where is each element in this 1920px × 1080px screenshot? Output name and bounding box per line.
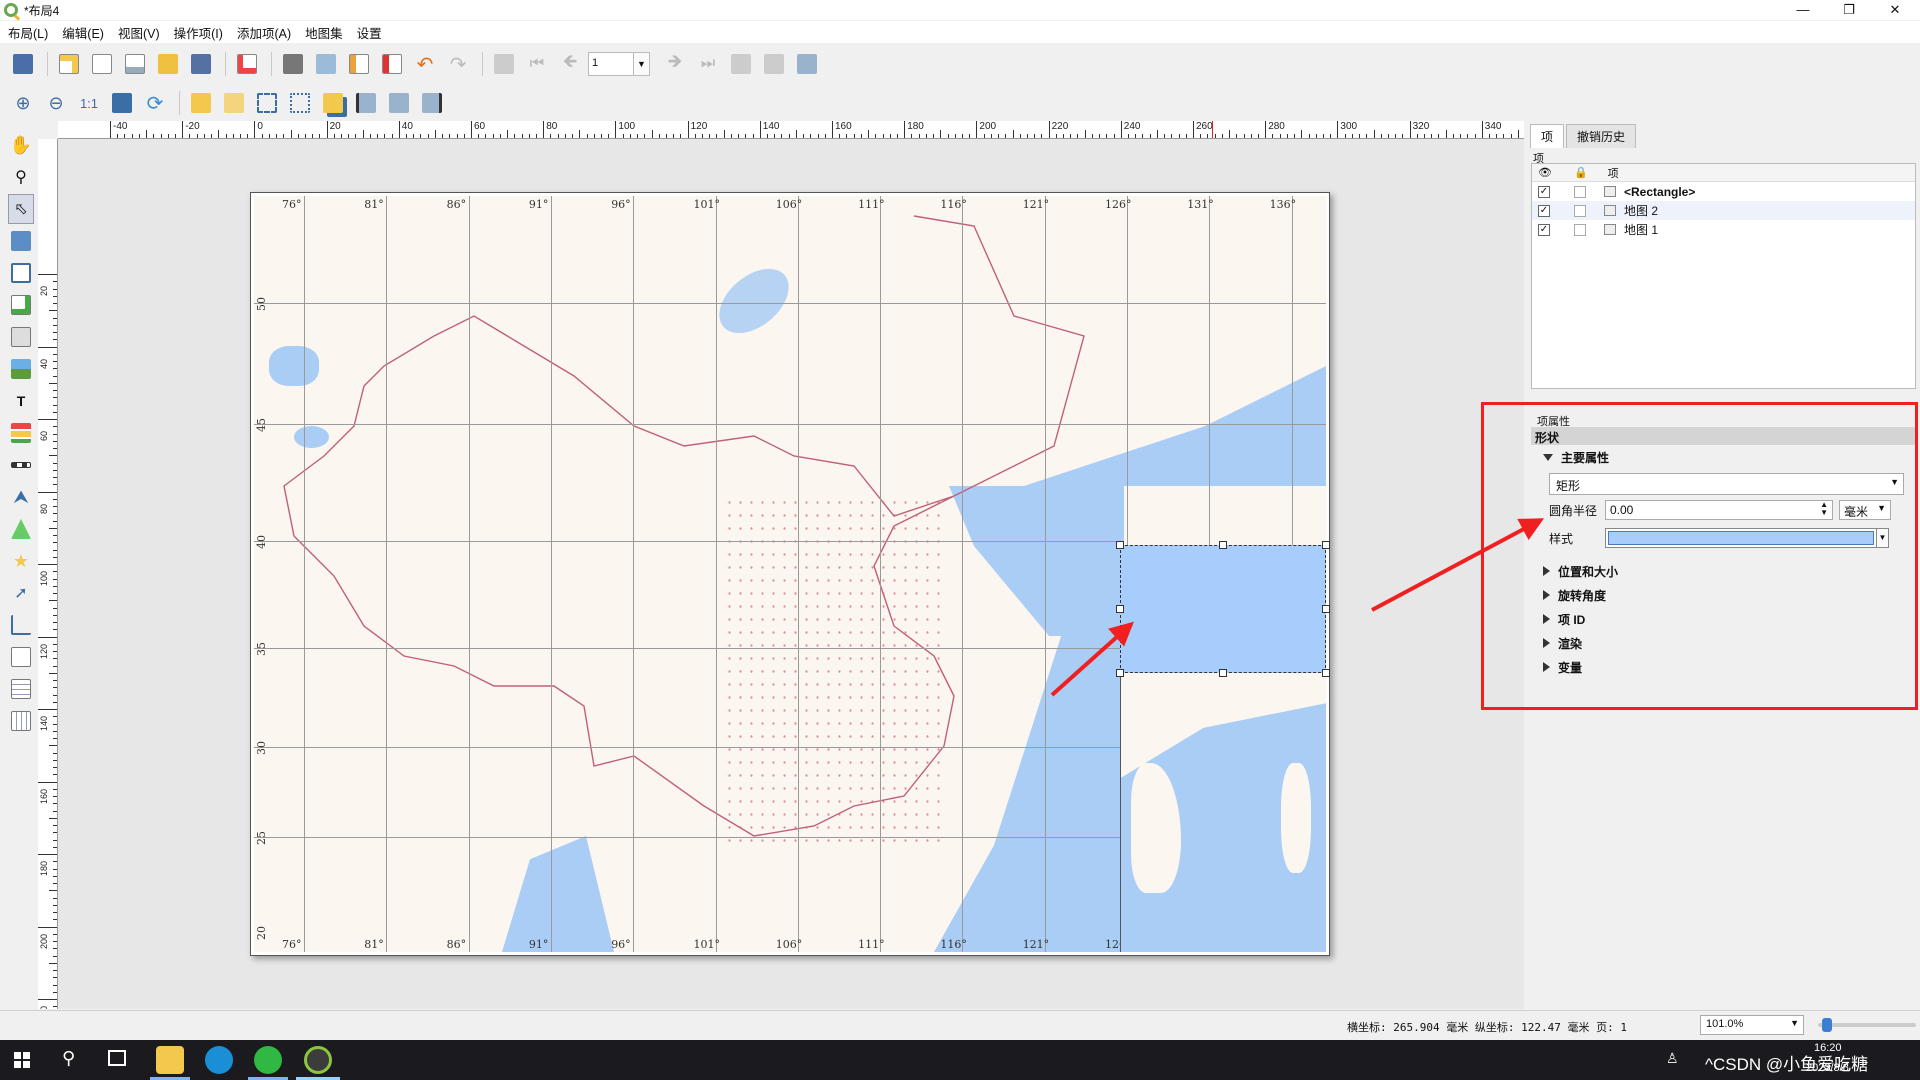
zoom-slider[interactable] xyxy=(1818,1018,1916,1032)
start-button[interactable] xyxy=(14,1052,30,1068)
status-bar: 横坐标: 265.904 毫米 纵坐标: 122.47 毫米 页: 1 101.… xyxy=(0,1010,1920,1038)
person-icon[interactable]: ♙ xyxy=(1666,1050,1679,1067)
annotation-arrows xyxy=(1050,518,1545,697)
zoom-chevron-icon: ▼ xyxy=(1790,1018,1799,1028)
cursor-coordinates: 横坐标: 265.904 毫米 纵坐标: 122.47 毫米 页: 1 xyxy=(1347,1021,1627,1034)
search-icon[interactable]: ⚲ xyxy=(62,1048,75,1069)
wechat-icon[interactable] xyxy=(254,1046,282,1074)
edge-icon[interactable] xyxy=(205,1046,233,1074)
zoom-value: 101.0% xyxy=(1706,1018,1744,1030)
zoom-select[interactable]: 101.0% ▼ xyxy=(1700,1015,1804,1035)
zoom-slider-handle[interactable] xyxy=(1822,1018,1832,1032)
windows-taskbar: ⚲ ♙ ^CSDN @小鱼爱吃糖 16:20 2023/8/8 xyxy=(0,1040,1920,1080)
clock-time: 16:20 xyxy=(1814,1042,1842,1054)
qgis-taskbar-icon[interactable] xyxy=(304,1046,332,1074)
clock-date: 2023/8/8 xyxy=(1806,1062,1849,1074)
file-explorer-icon[interactable] xyxy=(156,1046,184,1074)
task-view-icon[interactable] xyxy=(108,1050,126,1066)
